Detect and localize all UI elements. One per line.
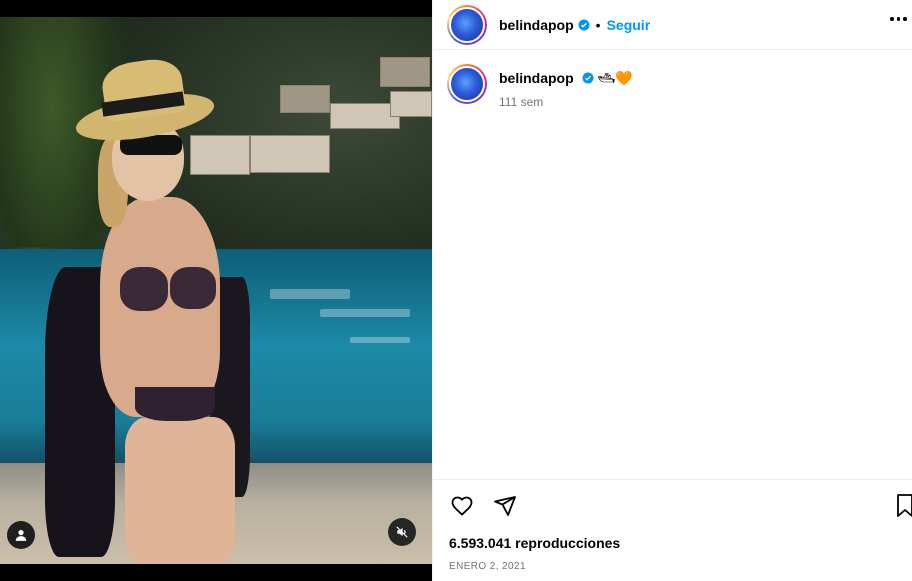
- house: [280, 85, 330, 113]
- caption-body: belindapop 🛥🧡 111 sem: [499, 70, 633, 109]
- caption-avatar[interactable]: [447, 64, 487, 104]
- house: [390, 91, 432, 117]
- caption: belindapop 🛥🧡 111 sem: [433, 50, 912, 109]
- post-details-panel: belindapop • Seguir belindapop 🛥🧡 111 se…: [432, 0, 912, 581]
- caption-username[interactable]: belindapop: [499, 70, 574, 86]
- bikini-top: [170, 267, 216, 309]
- legs: [125, 417, 235, 564]
- post-media[interactable]: [0, 0, 432, 581]
- avatar[interactable]: [447, 4, 487, 45]
- username-link[interactable]: belindapop: [499, 17, 574, 33]
- dot: [890, 17, 894, 21]
- separator-dot: •: [595, 16, 601, 33]
- caption-time: 111 sem: [499, 95, 544, 109]
- muted-audio-icon[interactable]: [388, 518, 416, 546]
- dot: [903, 17, 907, 21]
- tagged-user-icon[interactable]: [7, 521, 35, 549]
- more-options-icon[interactable]: [890, 11, 912, 27]
- bookmark-icon[interactable]: [897, 494, 912, 518]
- caption-text: 🛥🧡: [597, 70, 633, 86]
- avatar-image: [449, 6, 485, 43]
- dot: [896, 17, 900, 21]
- video-frame[interactable]: [0, 17, 432, 564]
- divider: [433, 479, 912, 480]
- verified-badge-icon: [582, 72, 594, 84]
- reflection: [270, 289, 350, 299]
- follow-button[interactable]: Seguir: [607, 17, 651, 33]
- action-bar: [449, 494, 517, 518]
- post-viewer: belindapop • Seguir belindapop 🛥🧡 111 se…: [0, 0, 912, 581]
- share-icon[interactable]: [493, 494, 517, 518]
- person: [40, 55, 270, 564]
- bikini-bottom: [135, 387, 215, 421]
- post-date[interactable]: ENERO 2, 2021: [449, 561, 526, 572]
- heart-icon[interactable]: [449, 494, 475, 518]
- media-letterbox-top: [0, 0, 432, 17]
- reflection: [320, 309, 410, 317]
- avatar-image: [449, 66, 485, 102]
- house: [380, 57, 430, 87]
- media-letterbox-bottom: [0, 564, 432, 581]
- reflection: [350, 337, 410, 343]
- bikini-top: [120, 267, 168, 311]
- caption-line: belindapop 🛥🧡: [499, 70, 633, 87]
- view-count: 6.593.041 reproducciones: [449, 535, 621, 551]
- verified-badge-icon: [578, 19, 590, 30]
- post-header: belindapop • Seguir: [433, 0, 912, 50]
